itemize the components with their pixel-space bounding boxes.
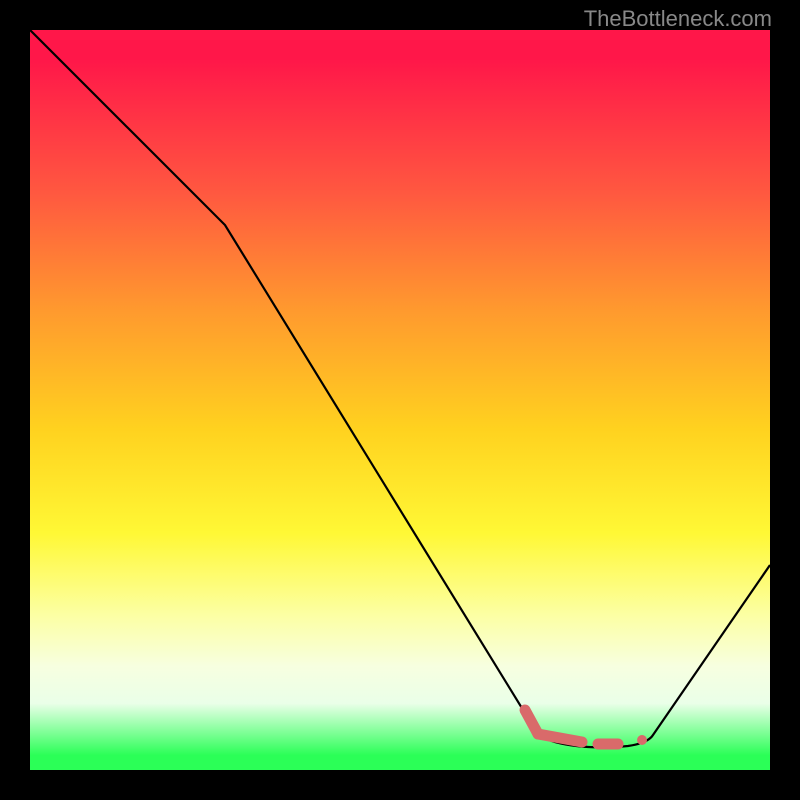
marker-dot-1: [637, 735, 647, 745]
chart-svg: [30, 30, 770, 770]
bottleneck-curve-line: [30, 30, 770, 747]
marker-segment-2: [538, 734, 582, 742]
watermark-text: TheBottleneck.com: [584, 6, 772, 32]
plot-area: [30, 30, 770, 770]
